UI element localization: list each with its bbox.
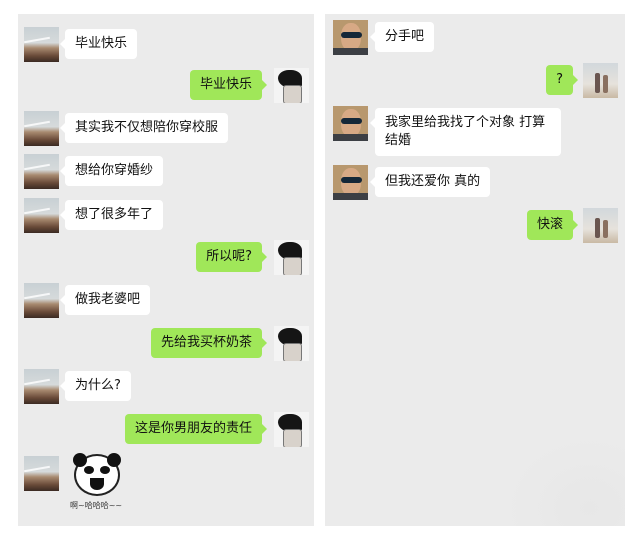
message-bubble-incoming[interactable]: 我家里给我找了个对象 打算结婚 [370, 108, 561, 156]
background-cloud-decoration [505, 436, 625, 526]
message-bubble-outgoing[interactable]: 快滚 [526, 210, 579, 240]
message-bubble-outgoing[interactable]: ? [546, 65, 578, 95]
message-bubble-incoming[interactable]: 毕业快乐 [59, 29, 138, 59]
panda-face-icon [73, 453, 121, 496]
message-bubble-incoming[interactable]: 为什么? [60, 371, 131, 401]
user-avatar[interactable] [583, 208, 618, 243]
message-bubble-outgoing[interactable]: 先给我买杯奶茶 [150, 328, 268, 358]
message-bubble-incoming[interactable]: 想给你穿婚纱 [59, 156, 164, 186]
user-avatar[interactable] [583, 63, 618, 98]
user-avatar[interactable] [274, 68, 309, 103]
contact-avatar[interactable] [24, 111, 59, 146]
message-bubble-incoming[interactable]: 做我老婆吧 [59, 285, 151, 315]
message-bubble-outgoing[interactable]: 所以呢? [196, 242, 267, 272]
contact-avatar[interactable] [333, 165, 368, 200]
user-avatar[interactable] [274, 326, 309, 361]
user-avatar[interactable] [274, 412, 309, 447]
contact-avatar[interactable] [24, 154, 59, 189]
message-bubble-incoming[interactable]: 想了很多年了 [59, 200, 164, 230]
contact-avatar[interactable] [24, 456, 59, 491]
message-bubble-outgoing[interactable]: 这是你男朋友的责任 [124, 414, 268, 444]
contact-avatar[interactable] [333, 20, 368, 55]
contact-avatar[interactable] [24, 283, 59, 318]
sticker-caption: 啊~哈哈哈~~ [70, 501, 123, 510]
chat-panel-right: 分手吧 ? 我家里给我找了个对象 打算结婚 但我还爱你 真的 快滚 [325, 14, 625, 526]
user-avatar[interactable] [274, 240, 309, 275]
message-bubble-incoming[interactable]: 分手吧 [369, 22, 435, 52]
contact-avatar[interactable] [333, 106, 368, 141]
message-bubble-incoming[interactable]: 其实我不仅想陪你穿校服 [59, 113, 229, 143]
contact-avatar[interactable] [24, 198, 59, 233]
chat-panel-left: 毕业快乐 毕业快乐 其实我不仅想陪你穿校服 想给你穿婚纱 想了很多年了 所以呢?… [18, 14, 314, 526]
contact-avatar[interactable] [24, 27, 59, 62]
message-bubble-outgoing[interactable]: 毕业快乐 [189, 70, 268, 100]
panda-laughing-sticker-icon[interactable]: 啊~哈哈哈~~ [70, 453, 124, 516]
contact-avatar[interactable] [24, 369, 59, 404]
message-bubble-incoming[interactable]: 但我还爱你 真的 [369, 167, 491, 197]
